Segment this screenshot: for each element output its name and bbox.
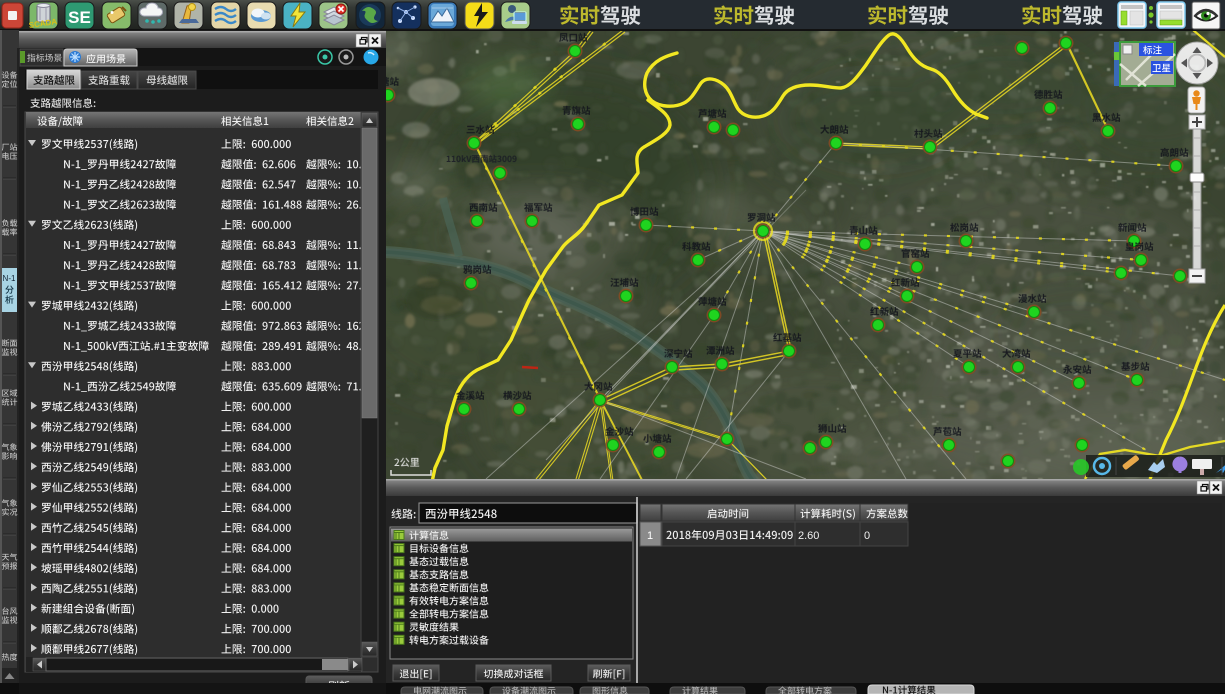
svg-text:1: 1 [647,530,653,542]
svg-text:0: 0 [864,530,870,542]
svg-text:SE: SE [68,8,91,27]
svg-text:N-1: N-1 [3,274,16,283]
svg-text:2.60: 2.60 [798,530,819,542]
